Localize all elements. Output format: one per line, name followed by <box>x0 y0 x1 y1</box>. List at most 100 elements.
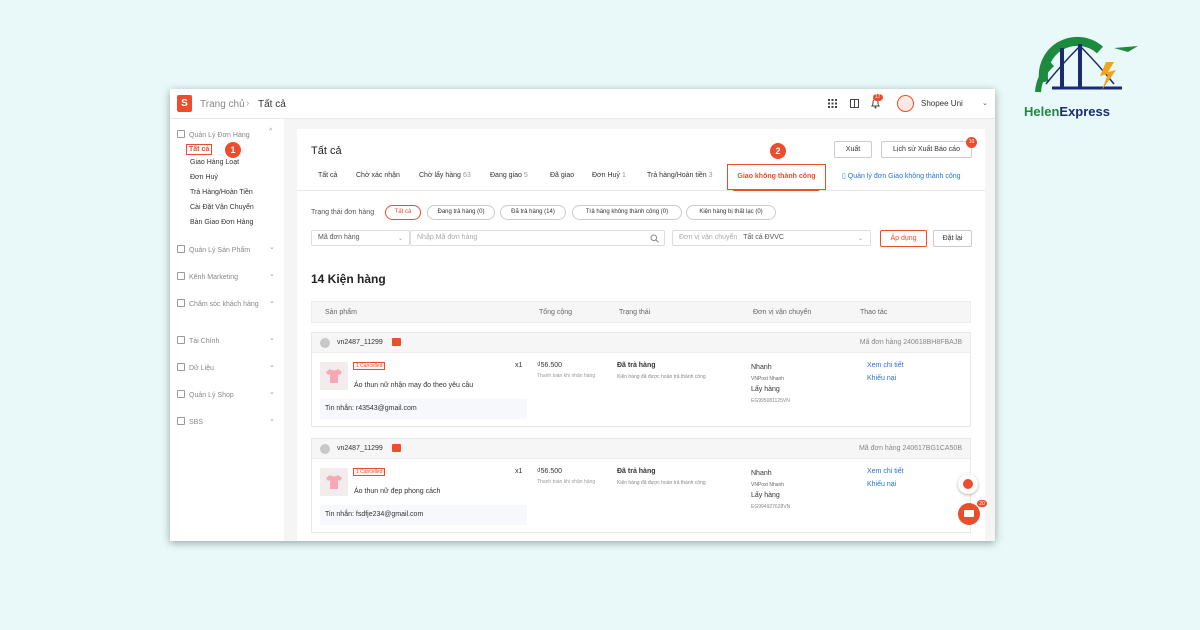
status-pill-returning[interactable]: Đang trả hàng (0) <box>427 205 495 220</box>
shop-icon <box>177 390 185 398</box>
product-thumbnail[interactable] <box>320 362 348 390</box>
sidebar-group-products[interactable]: Quản Lý Sản Phẩm <box>177 245 250 254</box>
tab-failed-delivery[interactable]: Giao không thành công <box>727 164 826 190</box>
chevron-down-icon[interactable]: ⌄ <box>858 235 863 242</box>
sidebar-item-handover[interactable]: Bàn Giao Đơn Hàng <box>190 219 253 226</box>
sidebar-item-shipping-settings[interactable]: Cài Đặt Vận Chuyển <box>190 204 254 211</box>
tab-pending-pickup[interactable]: Chờ lấy hàng 63 <box>419 172 471 179</box>
buyer-username[interactable]: vn2487_11299 <box>337 339 383 346</box>
chat-bubble-icon <box>964 510 974 517</box>
failed-delivery-manage-link[interactable]: ▯ Quản lý đơn Giao không thành công <box>842 172 961 180</box>
sidebar-group-marketing[interactable]: Kênh Marketing <box>177 272 238 281</box>
tag-icon <box>177 272 185 280</box>
search-type-select[interactable]: Mã đơn hàng <box>311 230 410 246</box>
order-card: vn2487_11299 Mã đơn hàng 240617BG1CA50B … <box>311 438 971 533</box>
order-id: Mã đơn hàng 240618BH8FBAJB <box>859 339 962 346</box>
breadcrumb-home[interactable]: Trang chủ <box>200 99 245 110</box>
carrier-select[interactable]: Đơn vị vận chuyển Tất cả ĐVVC <box>672 230 871 246</box>
shipping-carrier: VNPost Nhanh <box>751 376 785 382</box>
chat-icon[interactable] <box>392 444 401 452</box>
payment-method: Thanh toán khi nhận hàng <box>537 479 596 485</box>
column-header: Thao tác <box>860 309 888 316</box>
shop-name[interactable]: Shopee Uni <box>921 99 963 108</box>
sidebar-item-bulk-ship[interactable]: Giao Hàng Loạt <box>190 159 239 166</box>
main-panel: Tất cả Xuất Lịch sử Xuất Báo cáo 10 2 Tấ… <box>297 129 985 541</box>
order-total: ₫56.500 <box>537 362 563 369</box>
order-status-detail: Kiện hàng đã được hoàn trả thành công <box>617 374 706 380</box>
status-pill-all[interactable]: Tất cả <box>385 205 421 220</box>
chat-icon[interactable] <box>392 338 401 346</box>
chevron-down-icon[interactable]: ⌄ <box>269 388 275 396</box>
order-status: Đã trả hàng <box>617 362 656 369</box>
sidebar-group-shop[interactable]: Quản Lý Shop <box>177 390 234 399</box>
product-quantity: x1 <box>515 468 523 475</box>
logo-wordmark: HelenExpress <box>1024 104 1110 119</box>
complaint-link[interactable]: Khiếu nại <box>867 375 896 382</box>
apply-button[interactable]: Áp dụng <box>880 230 927 247</box>
tab-pending-confirm[interactable]: Chờ xác nhận <box>356 172 400 179</box>
book-icon[interactable] <box>849 98 860 109</box>
chevron-down-icon[interactable]: ⌄ <box>269 270 275 278</box>
seller-centre-window: S Trang chủ › Tất cả 17 Shopee Uni ⌄ Quả… <box>170 89 995 541</box>
breadcrumb-separator-icon: › <box>246 98 250 109</box>
view-details-link[interactable]: Xem chi tiết <box>867 362 904 369</box>
sidebar-group-sbs[interactable]: SBS <box>177 417 203 426</box>
tracking-number[interactable]: EG995081125VN <box>751 398 790 404</box>
shop-avatar[interactable] <box>897 95 914 112</box>
chevron-down-icon[interactable]: ⌄ <box>269 297 275 305</box>
buyer-message: Tin nhắn: r43543@gmail.com <box>320 399 527 419</box>
cancelled-tag: 1 Cancelled <box>353 468 386 476</box>
tracking-number[interactable]: EG994927628VN <box>751 504 790 510</box>
status-pill-lost[interactable]: Kiện hàng bị thất lạc (0) <box>686 205 776 220</box>
sidebar-item-all[interactable]: Tất cả <box>186 144 213 155</box>
page-title: Tất cả <box>311 145 342 157</box>
tab-cancelled[interactable]: Đơn Huỷ 1 <box>592 172 626 179</box>
buyer-avatar-icon <box>320 338 330 348</box>
step-2-badge: 2 <box>770 143 786 159</box>
export-button[interactable]: Xuất <box>834 141 872 158</box>
sidebar-group-customer-care[interactable]: Chăm sóc khách hàng <box>177 299 262 310</box>
tab-returns[interactable]: Trả hàng/Hoàn tiền 3 <box>647 172 713 179</box>
notification-badge: 17 <box>873 94 883 101</box>
helen-express-logo: HelenExpress <box>1022 34 1142 124</box>
product-thumbnail[interactable] <box>320 468 348 496</box>
sidebar-item-cancelled[interactable]: Đơn Huỷ <box>190 174 218 181</box>
shipping-method: Lấy hàng <box>751 492 780 499</box>
order-search-input[interactable]: Nhập Mã đơn hàng <box>410 230 665 246</box>
apps-grid-icon[interactable] <box>827 98 838 109</box>
chevron-down-icon[interactable]: ⌄ <box>398 235 403 242</box>
reset-button[interactable]: Đặt lại <box>933 230 972 247</box>
sidebar-group-data[interactable]: Dữ Liệu <box>177 363 214 372</box>
sidebar-item-returns[interactable]: Trả Hàng/Hoàn Tiền <box>190 189 253 196</box>
sidebar-group-orders[interactable]: Quản Lý Đơn Hàng <box>177 130 250 139</box>
search-icon[interactable] <box>650 234 659 243</box>
export-history-button[interactable]: Lịch sử Xuất Báo cáo <box>881 141 972 158</box>
chevron-down-icon[interactable]: ⌄ <box>269 243 275 251</box>
sidebar-group-finance[interactable]: Tài Chính <box>177 336 219 345</box>
tshirt-icon <box>326 369 342 383</box>
chevron-up-icon[interactable]: ^ <box>269 128 272 135</box>
chevron-down-icon[interactable]: ⌄ <box>269 415 275 423</box>
payment-method: Thanh toán khi nhận hàng <box>537 373 596 379</box>
buyer-avatar-icon <box>320 444 330 454</box>
chevron-down-icon[interactable]: ⌄ <box>269 361 275 369</box>
sidebar: Quản Lý Đơn Hàng ^ Tất cả 1 Giao Hàng Lo… <box>170 119 284 541</box>
order-card-header: vn2487_11299 Mã đơn hàng 240617BG1CA50B <box>312 439 970 459</box>
tab-delivered[interactable]: Đã giao <box>550 172 574 179</box>
chevron-down-icon[interactable]: ⌄ <box>982 99 988 107</box>
view-details-link[interactable]: Xem chi tiết <box>867 468 904 475</box>
status-pill-returned[interactable]: Đã trả hàng (14) <box>500 205 566 220</box>
tab-all[interactable]: Tất cả <box>318 172 337 179</box>
complaint-link[interactable]: Khiếu nại <box>867 481 896 488</box>
chat-badge: 20 <box>976 499 988 508</box>
buyer-message: Tin nhắn: fsdfje234@gmail.com <box>320 505 527 525</box>
shopee-logo-icon[interactable]: S <box>177 95 192 112</box>
tab-shipping[interactable]: Đang giao 5 <box>490 172 528 179</box>
order-tabs: Tất cả Chờ xác nhận Chờ lấy hàng 63 Đang … <box>297 164 985 191</box>
chevron-down-icon[interactable]: ⌄ <box>269 334 275 342</box>
buyer-username[interactable]: vn2487_11299 <box>337 445 383 452</box>
float-assistant-button[interactable] <box>958 474 978 494</box>
status-pill-return-failed[interactable]: Trả hàng không thành công (0) <box>572 205 682 220</box>
box-icon <box>177 245 185 253</box>
order-id: Mã đơn hàng 240617BG1CA50B <box>858 445 962 452</box>
